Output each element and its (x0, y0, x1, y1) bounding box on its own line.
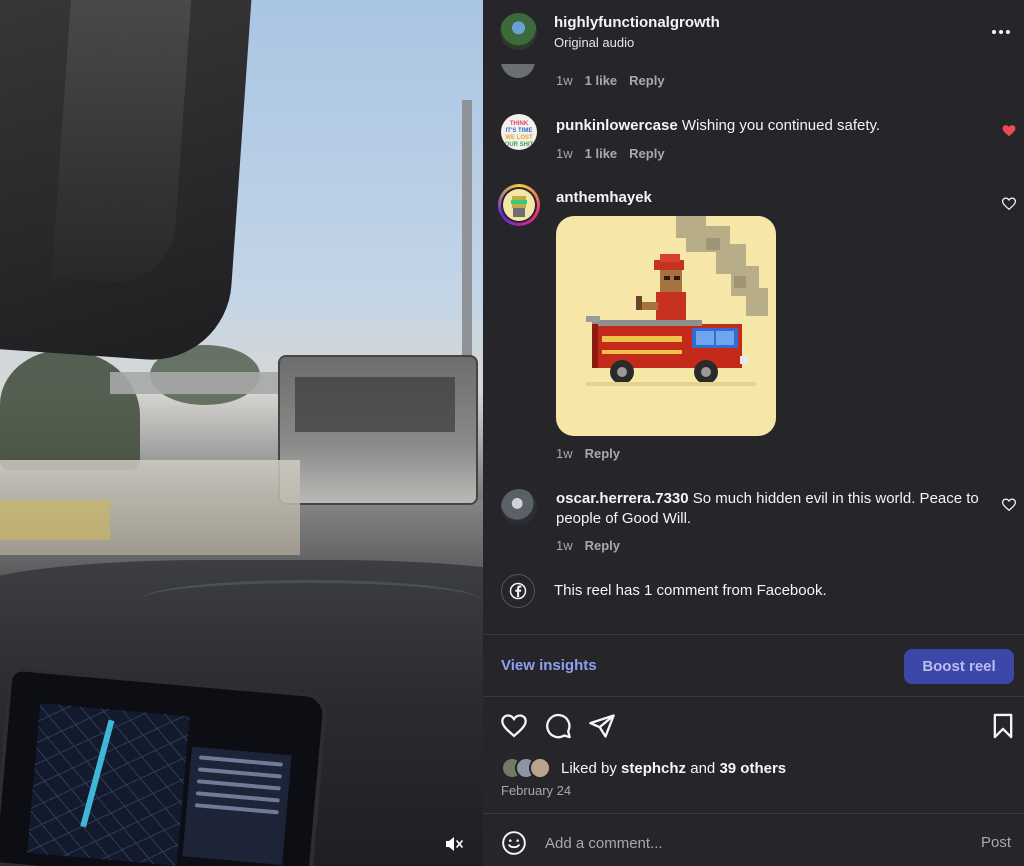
svg-text:IT'S TIME: IT'S TIME (506, 128, 533, 134)
comment-time: 1w (556, 446, 573, 461)
video-nav-panel (182, 746, 292, 865)
post-header: highlyfunctionalgrowth Original audio (483, 0, 1024, 64)
video-burned-bus (278, 355, 478, 505)
like-icon[interactable] (500, 712, 528, 740)
video-rearview-mirror (0, 0, 254, 365)
facebook-icon (501, 574, 535, 608)
more-horizontal-icon[interactable] (989, 22, 1013, 42)
comment-text: Wishing you continued safety. (681, 117, 881, 134)
audio-label[interactable]: Original audio (554, 35, 634, 50)
comment-time: 1w (556, 73, 573, 88)
liked-by-text[interactable]: Liked by stephchz and 39 others (561, 760, 786, 777)
divider (483, 813, 1024, 814)
post-button[interactable]: Post (981, 834, 1011, 851)
svg-text:THINK: THINK (510, 121, 529, 127)
reply-button[interactable]: Reply (629, 146, 664, 161)
save-bookmark-icon[interactable] (989, 712, 1017, 740)
video-dashboard (140, 580, 480, 620)
reply-button[interactable]: Reply (585, 446, 620, 461)
divider (483, 634, 1024, 635)
avatar[interactable] (500, 13, 537, 50)
heart-outline-icon[interactable] (1002, 498, 1016, 512)
mute-icon[interactable] (440, 830, 468, 858)
reply-button[interactable]: Reply (629, 73, 664, 88)
boost-reel-button[interactable]: Boost reel (904, 649, 1014, 684)
comments-panel: highlyfunctionalgrowth Original audio 1w… (483, 0, 1024, 866)
comment-time: 1w (556, 146, 573, 161)
avatar[interactable] (501, 489, 537, 525)
heart-filled-icon[interactable] (1002, 124, 1016, 138)
divider (483, 696, 1024, 697)
video-car-screen (0, 666, 329, 866)
post-username[interactable]: highlyfunctionalgrowth (554, 14, 720, 31)
comment-username[interactable]: punkinlowercase (556, 117, 678, 134)
video-trees (0, 350, 140, 470)
comment-username[interactable]: anthemhayek (556, 189, 652, 206)
emoji-icon[interactable] (501, 830, 527, 856)
facebook-comment-note: This reel has 1 comment from Facebook. (554, 582, 827, 599)
add-comment-input[interactable] (545, 832, 925, 854)
share-icon[interactable] (588, 712, 616, 740)
post-date: February 24 (501, 783, 572, 798)
liked-by-user[interactable]: stephchz (621, 760, 686, 777)
avatar[interactable] (498, 184, 540, 226)
svg-text:WE LOST: WE LOST (505, 135, 533, 141)
comment-time: 1w (556, 538, 573, 553)
comment-username[interactable]: oscar.herrera.7330 (556, 490, 689, 507)
svg-text:OUR SHIT: OUR SHIT (505, 142, 534, 148)
view-insights-link[interactable]: View insights (501, 657, 597, 674)
comment-sticker (556, 216, 776, 436)
video-barrier (0, 500, 110, 540)
comment-likes[interactable]: 1 like (585, 73, 618, 88)
reel-video[interactable] (0, 0, 483, 866)
liked-by-avatars[interactable] (501, 757, 557, 779)
avatar[interactable]: THINK IT'S TIME WE LOST OUR SHIT (501, 114, 537, 150)
comment-icon[interactable] (544, 712, 572, 740)
reply-button[interactable]: Reply (585, 538, 620, 553)
liked-by-others[interactable]: 39 others (719, 760, 786, 777)
heart-outline-icon[interactable] (1002, 197, 1016, 211)
comment-likes[interactable]: 1 like (585, 146, 618, 161)
